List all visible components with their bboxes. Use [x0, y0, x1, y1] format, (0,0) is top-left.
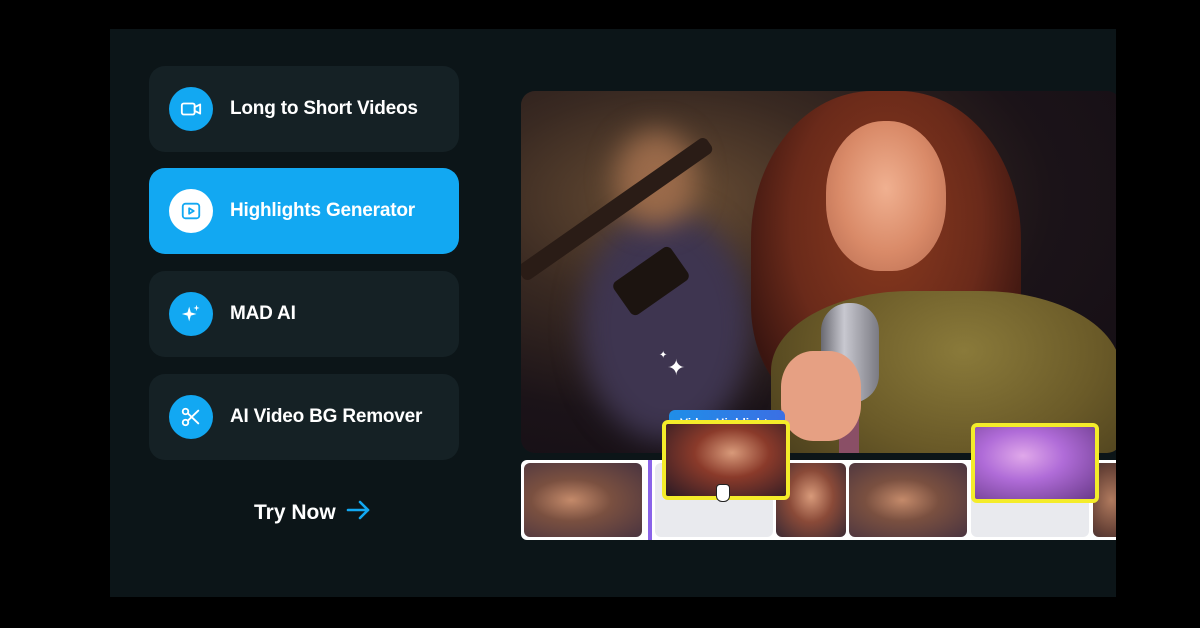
timeline-clip[interactable] — [524, 463, 642, 537]
sparkle-icon: ✦ — [667, 355, 686, 380]
try-now-label: Try Now — [254, 501, 336, 524]
menu-item-label: Long to Short Videos — [230, 98, 418, 119]
highlight-thumbnail[interactable] — [971, 423, 1099, 503]
scissors-icon — [169, 395, 213, 439]
menu-item-bg-remover[interactable]: AI Video BG Remover — [149, 374, 459, 460]
singer-hand — [781, 351, 861, 441]
playhead[interactable] — [648, 460, 652, 540]
arrow-right-icon — [346, 499, 372, 527]
sparkle-icon — [169, 292, 213, 336]
play-square-icon — [169, 189, 213, 233]
menu-item-label: AI Video BG Remover — [230, 406, 423, 427]
menu-item-highlights-generator[interactable]: Highlights Generator — [149, 168, 459, 254]
sparkle-small-icon: ✦ — [659, 350, 668, 361]
try-now-button[interactable]: Try Now — [254, 499, 372, 527]
hand-cursor-icon — [716, 484, 730, 502]
menu-item-label: Highlights Generator — [230, 200, 415, 221]
menu-item-label: MAD AI — [230, 303, 296, 324]
video-preview: ✦ ✦ — [521, 91, 1116, 453]
feature-panel: Long to Short Videos Highlights Generato… — [110, 29, 1116, 597]
menu-item-mad-ai[interactable]: MAD AI — [149, 271, 459, 357]
menu-item-long-to-short[interactable]: Long to Short Videos — [149, 66, 459, 152]
video-camera-icon — [169, 87, 213, 131]
timeline-clip[interactable] — [849, 463, 967, 537]
singer-face — [826, 121, 946, 271]
